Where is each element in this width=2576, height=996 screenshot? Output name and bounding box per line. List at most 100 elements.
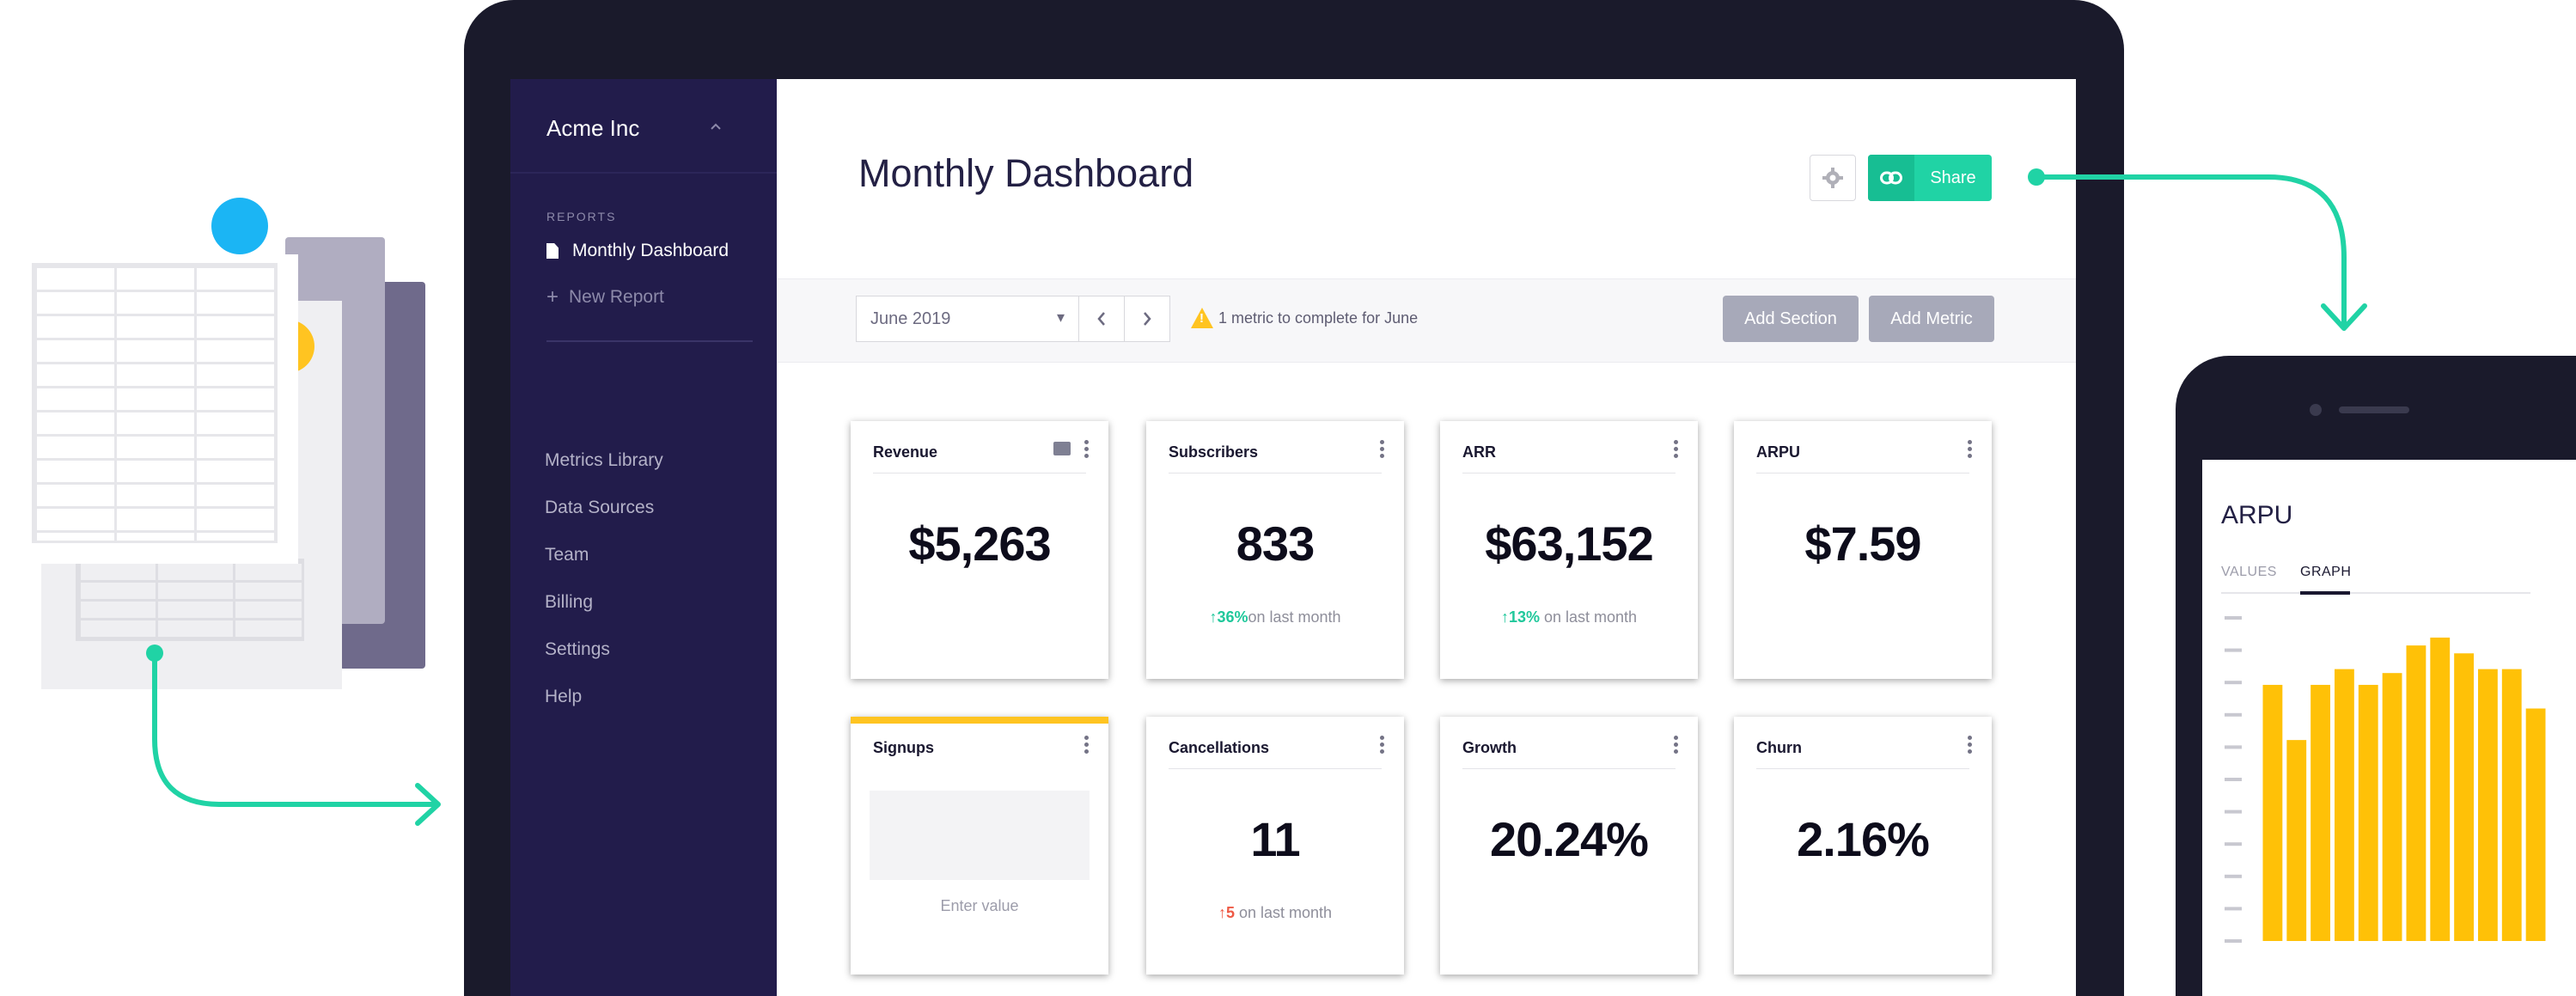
next-month-button[interactable] — [1124, 296, 1170, 342]
card-value: 20.24% — [1490, 812, 1649, 866]
card-title: Subscribers — [1169, 443, 1259, 461]
arpu-bar-chart — [2225, 616, 2546, 943]
more-options-icon[interactable] — [1674, 736, 1679, 754]
card-value: 833 — [1236, 516, 1315, 571]
spreadsheet-grid-lower — [76, 559, 304, 641]
more-options-icon[interactable] — [1380, 736, 1385, 754]
card-divider — [1756, 768, 1969, 769]
plus-icon: + — [546, 285, 559, 309]
card-change: ↑13% on last month — [1440, 608, 1698, 626]
arpu-bar[interactable] — [2478, 669, 2498, 941]
card-value: $7.59 — [1804, 516, 1921, 571]
spreadsheet-grid — [32, 263, 278, 543]
more-options-icon[interactable] — [1084, 736, 1090, 754]
card-title: Growth — [1462, 739, 1517, 756]
import-arrow-head — [415, 783, 441, 826]
card-value: $63,152 — [1485, 516, 1653, 571]
more-options-icon[interactable] — [1968, 440, 1973, 458]
metric-card-cancellations[interactable]: Cancellations 11 ↑5 on last month — [1146, 717, 1404, 975]
month-select[interactable]: June 2019 ▾ — [856, 296, 1079, 342]
y-axis-tick — [2225, 810, 2242, 814]
share-button[interactable]: Share — [1868, 155, 1992, 201]
sidebar-item-label: Monthly Dashboard — [572, 241, 729, 260]
more-options-icon[interactable] — [1084, 440, 1090, 458]
new-report-label: New Report — [569, 287, 664, 307]
more-options-icon[interactable] — [1968, 736, 1973, 754]
y-axis-tick — [2225, 681, 2242, 685]
metric-card-churn[interactable]: Churn 2.16% — [1734, 717, 1992, 975]
metric-card-growth[interactable]: Growth 20.24% — [1440, 717, 1698, 975]
chevron-up-icon[interactable] — [708, 119, 723, 134]
comment-icon[interactable] — [1053, 442, 1071, 455]
caret-down-icon: ▾ — [1056, 309, 1065, 326]
previous-month-button[interactable] — [1078, 296, 1125, 342]
add-section-button[interactable]: Add Section — [1723, 296, 1859, 342]
metric-card-signups[interactable]: Signups Enter value — [851, 717, 1108, 975]
sidebar-section-label: REPORTS — [546, 210, 617, 223]
main-content: Monthly Dashboard Share June 2019 ▾ ! 1 … — [777, 79, 2076, 996]
chevron-right-icon — [1144, 312, 1151, 326]
arpu-bar[interactable] — [2525, 708, 2546, 941]
arrow-up-icon: ↑ — [1500, 608, 1509, 626]
arpu-bar[interactable] — [2286, 740, 2307, 941]
arpu-bar[interactable] — [2406, 645, 2426, 941]
change-value: 5 — [1225, 904, 1235, 921]
arpu-bar[interactable] — [2454, 653, 2474, 941]
arpu-bar[interactable] — [2382, 673, 2402, 941]
share-arrow-head — [2321, 303, 2367, 331]
arpu-bar[interactable] — [2262, 684, 2283, 941]
gear-icon — [1822, 168, 1843, 188]
change-suffix: on last month — [1248, 608, 1341, 626]
y-axis-tick — [2225, 874, 2242, 878]
arpu-bar[interactable] — [2310, 684, 2330, 941]
blue-circle-decoration — [211, 198, 268, 254]
y-axis-tick — [2225, 907, 2242, 911]
phone-metric-title: ARPU — [2221, 501, 2293, 529]
y-axis-tick — [2225, 648, 2242, 652]
new-report-button[interactable]: + New Report — [546, 285, 664, 309]
sidebar-item-data-sources[interactable]: Data Sources — [545, 498, 654, 518]
arpu-bar[interactable] — [2335, 669, 2354, 941]
sidebar-item-settings[interactable]: Settings — [545, 639, 610, 660]
card-value: 11 — [1250, 812, 1300, 866]
metric-card-arpu[interactable]: ARPU $7.59 — [1734, 421, 1992, 679]
card-divider — [1756, 473, 1969, 474]
spreadsheet-page-front — [28, 254, 298, 564]
arpu-bar[interactable] — [2501, 669, 2522, 941]
metric-card-subscribers[interactable]: Subscribers 833 ↑36%on last month — [1146, 421, 1404, 679]
more-options-icon[interactable] — [1674, 440, 1679, 458]
warning-text: 1 metric to complete for June — [1218, 309, 1419, 327]
tab-values[interactable]: VALUES — [2221, 565, 2277, 580]
sidebar-item-team[interactable]: Team — [545, 545, 589, 565]
value-input[interactable] — [870, 791, 1090, 880]
more-options-icon[interactable] — [1380, 440, 1385, 458]
y-axis-tick — [2225, 778, 2242, 781]
chevron-left-icon — [1097, 312, 1105, 326]
change-value: 13% — [1508, 608, 1540, 626]
metric-card-arr[interactable]: ARR $63,152 ↑13% on last month — [1440, 421, 1698, 679]
sidebar-item-billing[interactable]: Billing — [545, 592, 593, 613]
card-title: ARR — [1462, 443, 1496, 461]
sidebar-item-monthly-dashboard[interactable]: Monthly Dashboard — [546, 241, 729, 261]
tab-underline — [2221, 592, 2530, 594]
y-axis-tick — [2225, 616, 2242, 620]
y-axis-tick — [2225, 712, 2242, 717]
card-divider — [873, 473, 1086, 474]
arpu-bar[interactable] — [2430, 637, 2451, 941]
completion-warning: ! 1 metric to complete for June — [1191, 308, 1418, 328]
card-change: ↑36%on last month — [1146, 608, 1404, 626]
arpu-bar[interactable] — [2358, 684, 2378, 941]
metric-card-revenue[interactable]: Revenue $5,263 — [851, 421, 1108, 679]
phone-screen: ARPU VALUES GRAPH — [2202, 460, 2576, 996]
tab-graph[interactable]: GRAPH — [2300, 565, 2351, 580]
add-metric-button[interactable]: Add Metric — [1869, 296, 1994, 342]
card-value: 2.16% — [1797, 812, 1930, 866]
sidebar-item-help[interactable]: Help — [545, 687, 582, 707]
sidebar: Acme Inc REPORTS Monthly Dashboard + New… — [510, 79, 777, 996]
y-axis-tick — [2225, 939, 2242, 943]
change-value: 36% — [1217, 608, 1248, 626]
sidebar-item-metrics-library[interactable]: Metrics Library — [545, 450, 663, 471]
card-divider — [1169, 473, 1382, 474]
settings-button[interactable] — [1810, 155, 1856, 201]
org-name[interactable]: Acme Inc — [546, 115, 639, 142]
